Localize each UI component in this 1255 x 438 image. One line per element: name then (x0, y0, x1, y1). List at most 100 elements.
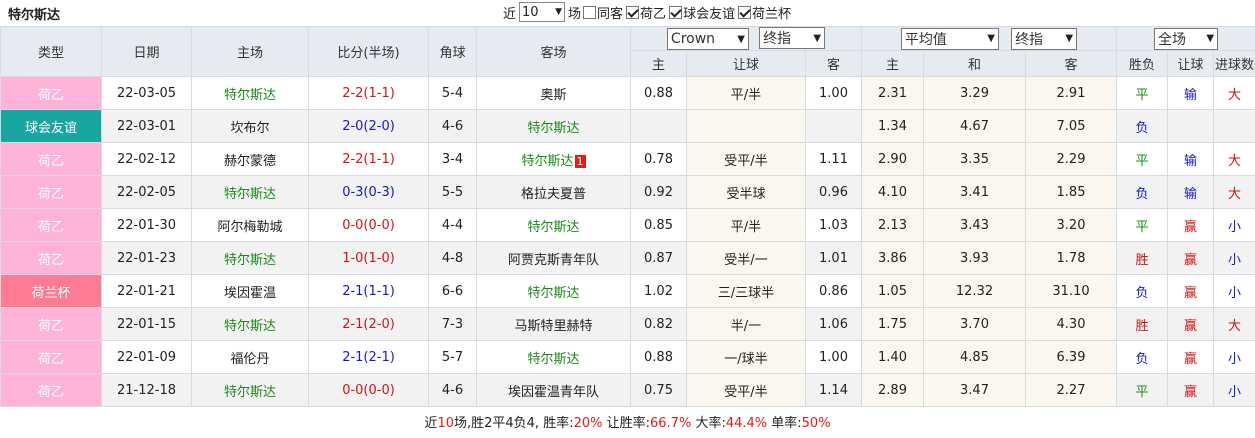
home-team-link[interactable]: 特尔斯达 (191, 76, 309, 110)
hk-line: 一/球半 (686, 340, 806, 374)
result-mark: 负 (1116, 109, 1168, 143)
result-mark: 负 (1116, 340, 1168, 374)
result-mark: 负 (1116, 274, 1168, 308)
table-row[interactable]: 荷乙 22-01-09 福伦丹 2-1(2-1) 5-7 特尔斯达 0.88 一/球半 1.00… (0, 340, 1255, 374)
scope-header: 全场 ▼ (1115, 26, 1255, 51)
chevron-down-icon: ▼ (1206, 33, 1215, 44)
eu-odds-kind-select[interactable]: 终指 ▼ (1011, 27, 1078, 50)
table-row[interactable]: 荷乙 22-02-05 特尔斯达 0-3(0-3) 5-5 格拉夫夏普 0.92 受半球 0.9… (0, 175, 1255, 209)
handicap-mark: 赢 (1167, 307, 1214, 341)
match-date: 22-02-12 (101, 142, 192, 176)
same-home-checkbox[interactable] (583, 5, 597, 19)
match-type-badge[interactable]: 球会友谊 (0, 109, 102, 143)
col-hk-home: 主 (630, 50, 687, 77)
hk-away-odds: 1.03 (805, 208, 862, 242)
hk-away-odds: 1.00 (805, 340, 862, 374)
match-type-badge[interactable]: 荷兰杯 (0, 274, 102, 308)
top-bar: 特尔斯达 近 10 ▼ 场 同客 荷乙 球会友谊 荷兰杯 (0, 0, 1255, 26)
away-team-link[interactable]: 奥斯 (476, 76, 631, 110)
match-type-badge[interactable]: 荷乙 (0, 307, 102, 341)
corner-count: 5-7 (428, 340, 477, 374)
match-type-badge[interactable]: 荷乙 (0, 142, 102, 176)
table-row[interactable]: 荷乙 22-01-23 特尔斯达 1-0(1-0) 4-8 阿贾克斯青年队 0.87 受半/一… (0, 241, 1255, 275)
corner-count: 3-4 (428, 142, 477, 176)
away-team-link[interactable]: 埃因霍温青年队 (476, 373, 631, 407)
eu-home-odds: 2.13 (861, 208, 924, 242)
hk-away-odds: 1.14 (805, 373, 862, 407)
corner-count: 6-6 (428, 274, 477, 308)
average-select[interactable]: 平均值 ▼ (900, 27, 999, 50)
eu-away-odds: 2.27 (1025, 373, 1117, 407)
eu-home-odds: 1.75 (861, 307, 924, 341)
table-row[interactable]: 荷乙 22-03-05 特尔斯达 2-2(1-1) 5-4 奥斯 0.88 平/半 1.00 2.… (0, 76, 1255, 110)
handicap-mark (1167, 109, 1214, 143)
hk-odds-kind-value: 终指 (763, 31, 792, 47)
match-type-badge[interactable]: 荷乙 (0, 241, 102, 275)
match-type-badge[interactable]: 荷乙 (0, 340, 102, 374)
away-team-link[interactable]: 特尔斯达 (476, 109, 631, 143)
away-team-link[interactable]: 马斯特里赫特 (476, 307, 631, 341)
match-type-badge[interactable]: 荷乙 (0, 76, 102, 110)
match-type-badge[interactable]: 荷乙 (0, 373, 102, 407)
home-team-link[interactable]: 特尔斯达 (191, 307, 309, 341)
away-team-link[interactable]: 特尔斯达 (476, 208, 631, 242)
home-team-link[interactable]: 赫尔蒙德 (191, 142, 309, 176)
league-label-1: 球会友谊 (683, 6, 736, 22)
match-count-select[interactable]: 10 ▼ (519, 2, 566, 22)
away-team-link[interactable]: 阿贾克斯青年队 (476, 241, 631, 275)
col-type: 类型 (0, 26, 102, 77)
table-row[interactable]: 荷乙 22-01-30 阿尔梅勒城 0-0(0-0) 4-4 特尔斯达 0.85 平/半 1.0… (0, 208, 1255, 242)
hk-odds-kind-select[interactable]: 终指 ▼ (759, 27, 826, 49)
hk-home-odds: 0.92 (630, 175, 687, 209)
goals-mark: 大 (1212, 142, 1255, 176)
away-team-link[interactable]: 格拉夫夏普 (476, 175, 631, 209)
hk-line: 平/半 (686, 208, 806, 242)
result-mark: 平 (1116, 142, 1168, 176)
match-date: 21-12-18 (101, 373, 192, 407)
table-row[interactable]: 荷乙 22-01-15 特尔斯达 2-1(2-0) 7-3 马斯特里赫特 0.82 半/一 1.… (0, 307, 1255, 341)
company-select[interactable]: Crown ▼ (666, 28, 749, 50)
match-date: 22-03-05 (101, 76, 192, 110)
match-type-badge[interactable]: 荷乙 (0, 175, 102, 209)
col-eu-draw: 和 (923, 50, 1026, 77)
home-team-link[interactable]: 阿尔梅勒城 (191, 208, 309, 242)
match-date: 22-02-05 (101, 175, 192, 209)
eu-draw-odds: 12.32 (923, 274, 1026, 308)
goals-mark: 小 (1212, 241, 1255, 275)
team-title: 特尔斯达 (8, 8, 61, 23)
home-team-link[interactable]: 特尔斯达 (191, 373, 309, 407)
home-team-link[interactable]: 福伦丹 (191, 340, 309, 374)
goals-mark: 大 (1212, 175, 1255, 209)
home-team-link[interactable]: 坎布尔 (191, 109, 309, 143)
away-team-name: 阿贾克斯青年队 (507, 252, 599, 268)
away-team-link[interactable]: 特尔斯达 (476, 274, 631, 308)
match-type-badge[interactable]: 荷乙 (0, 208, 102, 242)
away-team-name: 特尔斯达 (527, 120, 580, 136)
eu-home-odds: 4.10 (861, 175, 924, 209)
col-hk-away: 客 (805, 50, 862, 77)
home-team-link[interactable]: 埃因霍温 (191, 274, 309, 308)
chevron-down-icon: ▼ (555, 7, 563, 17)
league-checkbox-0[interactable] (626, 5, 640, 19)
eu-away-odds: 2.91 (1025, 76, 1117, 110)
away-team-name: 埃因霍温青年队 (507, 384, 599, 400)
col-date: 日期 (101, 26, 192, 77)
table-row[interactable]: 球会友谊 22-03-01 坎布尔 2-0(2-0) 4-6 特尔斯达 1.34 4.67 7.… (0, 109, 1255, 143)
chevron-down-icon: ▼ (813, 32, 822, 44)
hk-away-odds: 1.06 (805, 307, 862, 341)
home-team-link[interactable]: 特尔斯达 (191, 241, 309, 275)
league-checkbox-1[interactable] (669, 5, 683, 19)
table-row[interactable]: 荷乙 21-12-18 特尔斯达 0-0(0-0) 4-6 埃因霍温青年队 0.75 受平/半… (0, 373, 1255, 407)
table-row[interactable]: 荷乙 22-02-12 赫尔蒙德 2-2(1-1) 3-4 特尔斯达 1 0.78 受平/半 1.… (0, 142, 1255, 176)
table-row[interactable]: 荷兰杯 22-01-21 埃因霍温 2-1(1-1) 6-6 特尔斯达 1.02 三/三球半 0… (0, 274, 1255, 308)
scope-select[interactable]: 全场 ▼ (1154, 27, 1219, 50)
hk-home-odds: 0.87 (630, 241, 687, 275)
league-checkbox-2[interactable] (738, 5, 752, 19)
away-team-link[interactable]: 特尔斯达 1 (476, 142, 631, 176)
eu-away-odds: 31.10 (1025, 274, 1117, 308)
hk-home-odds: 0.75 (630, 373, 687, 407)
match-date: 22-03-01 (101, 109, 192, 143)
home-team-link[interactable]: 特尔斯达 (191, 175, 309, 209)
away-team-link[interactable]: 特尔斯达 (476, 340, 631, 374)
col-goals: 进球数 (1212, 50, 1255, 77)
